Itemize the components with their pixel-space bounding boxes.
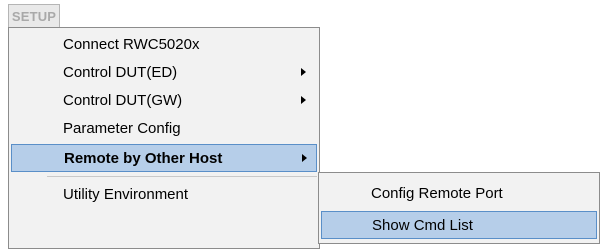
menu-item-connect-rwc5020x[interactable]: Connect RWC5020x bbox=[9, 30, 319, 58]
menu-item-label: Control DUT(GW) bbox=[63, 91, 183, 109]
submenu-item-label: Show Cmd List bbox=[372, 216, 473, 234]
menu-item-control-dut-gw[interactable]: Control DUT(GW) bbox=[9, 86, 319, 114]
submenu-item-config-remote-port[interactable]: Config Remote Port bbox=[319, 179, 599, 207]
menu-item-label: Remote by Other Host bbox=[64, 149, 223, 167]
menu-area: SETUP Connect RWC5020x Control DUT(ED) C… bbox=[0, 0, 600, 249]
submenu-arrow-icon bbox=[302, 154, 307, 162]
submenu-item-show-cmd-list[interactable]: Show Cmd List bbox=[321, 211, 597, 239]
remote-submenu: Config Remote Port Show Cmd List bbox=[318, 172, 600, 244]
menu-item-label: Parameter Config bbox=[63, 119, 181, 137]
submenu-arrow-icon bbox=[301, 96, 306, 104]
menu-item-label: Control DUT(ED) bbox=[63, 63, 178, 81]
submenu-arrow-icon bbox=[301, 68, 306, 76]
submenu-item-label: Config Remote Port bbox=[371, 184, 503, 202]
menu-item-remote-by-other-host[interactable]: Remote by Other Host bbox=[11, 144, 317, 172]
setup-dropdown-menu: Connect RWC5020x Control DUT(ED) Control… bbox=[8, 27, 320, 249]
menu-item-utility-environment[interactable]: Utility Environment bbox=[9, 180, 319, 208]
menu-item-label: Connect RWC5020x bbox=[63, 35, 200, 53]
menu-item-label: Utility Environment bbox=[63, 185, 189, 203]
menu-separator bbox=[47, 176, 317, 177]
setup-menu-label: SETUP bbox=[11, 9, 57, 24]
setup-menu-tab[interactable]: SETUP bbox=[8, 4, 60, 28]
menu-item-control-dut-ed[interactable]: Control DUT(ED) bbox=[9, 58, 319, 86]
menu-item-parameter-config[interactable]: Parameter Config bbox=[9, 114, 319, 142]
